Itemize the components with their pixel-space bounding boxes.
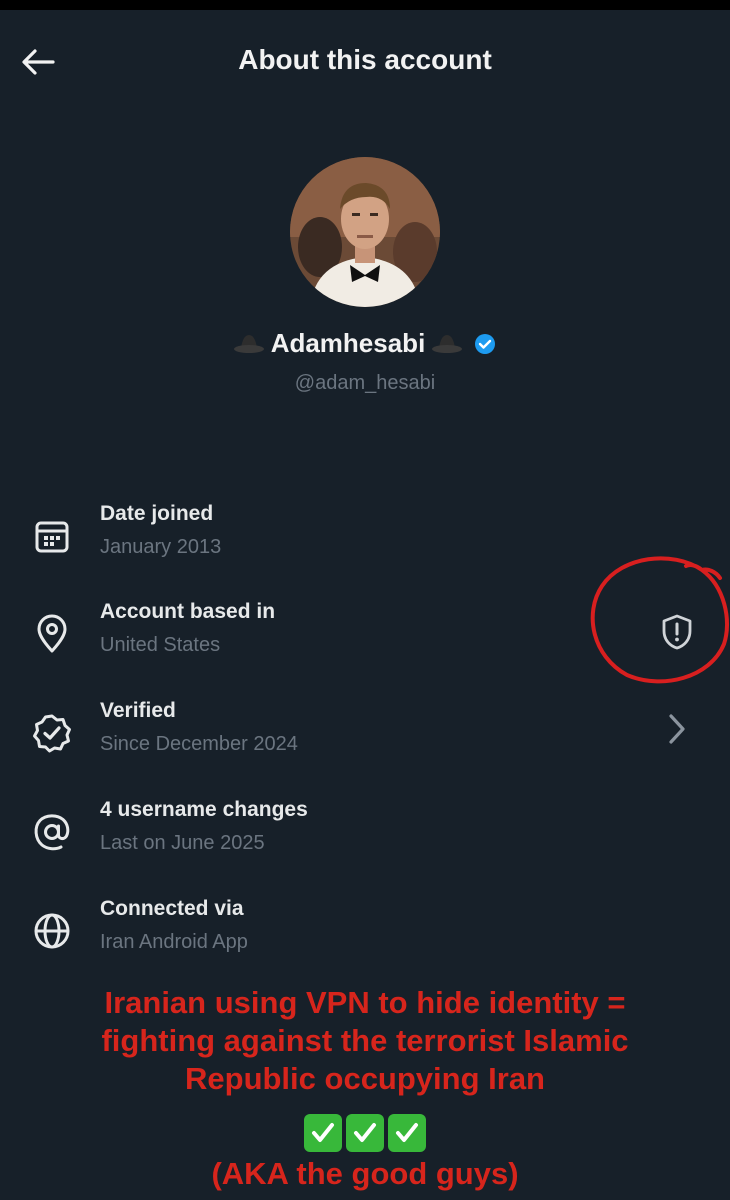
detail-value: Last on June 2025 bbox=[100, 832, 265, 854]
verified-badge-icon bbox=[30, 711, 74, 755]
avatar-image bbox=[290, 157, 440, 307]
calendar-icon bbox=[30, 514, 74, 558]
globe-icon bbox=[30, 909, 74, 953]
hat-emoji-icon bbox=[233, 334, 264, 353]
green-check-icon bbox=[346, 1114, 384, 1152]
detail-title: Account based in bbox=[100, 600, 276, 623]
avatar[interactable] bbox=[290, 157, 440, 307]
detail-title: Connected via bbox=[100, 897, 244, 920]
green-check-icon bbox=[304, 1114, 342, 1152]
detail-row-username-changes: 4 username changes Last on June 2025 bbox=[0, 798, 730, 878]
display-name-row: Adamhesabi bbox=[0, 328, 730, 359]
page-title: About this account bbox=[238, 44, 492, 75]
header: About this account bbox=[0, 30, 730, 94]
annotation-caption: Iranian using VPN to hide identity = fig… bbox=[20, 984, 710, 1098]
detail-title: Date joined bbox=[100, 502, 214, 525]
chevron-right-icon[interactable] bbox=[660, 708, 694, 750]
caption-line: Iranian using VPN to hide identity = bbox=[104, 985, 626, 1020]
checkmark-emojis bbox=[0, 1114, 730, 1152]
hat-emoji-icon bbox=[432, 334, 463, 353]
location-pin-icon bbox=[30, 612, 74, 656]
caption-line: fighting against the terrorist Islamic bbox=[101, 1023, 629, 1058]
detail-value: Since December 2024 bbox=[100, 733, 298, 755]
detail-row-connected-via: Connected via Iran Android App bbox=[0, 897, 730, 977]
about-account-screen: About this account Adamhesabi @adam_hesa… bbox=[0, 0, 730, 1200]
red-annotation-circle bbox=[590, 556, 729, 684]
detail-row-verified[interactable]: Verified Since December 2024 bbox=[0, 699, 730, 779]
detail-value: United States bbox=[100, 634, 221, 656]
at-sign-icon bbox=[30, 810, 74, 854]
caption-line: Republic occupying Iran bbox=[185, 1061, 545, 1096]
detail-title: Verified bbox=[100, 699, 176, 722]
detail-value: Iran Android App bbox=[100, 931, 248, 953]
detail-value: January 2013 bbox=[100, 536, 222, 558]
username-handle: @adam_hesabi bbox=[294, 372, 436, 394]
verified-check-icon bbox=[475, 333, 496, 354]
detail-title: 4 username changes bbox=[100, 798, 308, 821]
annotation-footer: (AKA the good guys) bbox=[211, 1156, 519, 1191]
display-name: Adamhesabi bbox=[270, 328, 426, 358]
status-bar bbox=[0, 0, 730, 10]
green-check-icon bbox=[388, 1114, 426, 1152]
